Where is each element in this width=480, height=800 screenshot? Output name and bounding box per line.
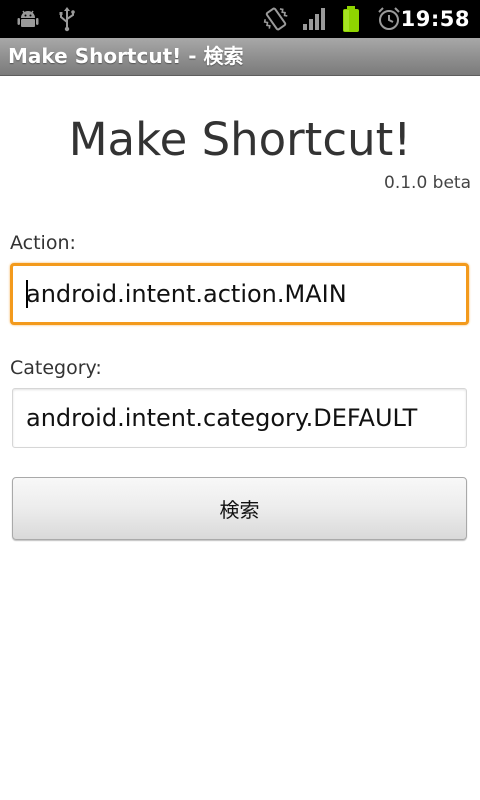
action-input[interactable]: android.intent.action.MAIN — [10, 263, 469, 325]
window-title: Make Shortcut! - 検索 — [8, 44, 244, 68]
search-button[interactable]: 検索 — [12, 477, 467, 540]
app-heading: Make Shortcut! — [68, 113, 412, 166]
status-bar: 19:58 — [0, 0, 480, 38]
vibrate-icon — [260, 0, 292, 38]
usb-icon — [56, 0, 78, 38]
action-input-value: android.intent.action.MAIN — [26, 280, 347, 308]
screen: 19:58 Make Shortcut! - 検索 Make Shortcut!… — [0, 0, 480, 800]
alarm-icon — [375, 0, 403, 38]
title-bar: Make Shortcut! - 検索 — [0, 38, 480, 76]
category-input-value: android.intent.category.DEFAULT — [26, 404, 418, 432]
category-input[interactable]: android.intent.category.DEFAULT — [12, 388, 467, 448]
category-label: Category: — [10, 357, 102, 379]
action-label: Action: — [10, 232, 76, 254]
signal-icon — [300, 0, 330, 38]
version-label: 0.1.0 beta — [384, 173, 471, 193]
status-clock: 19:58 — [400, 7, 470, 31]
android-debug-icon — [14, 0, 42, 38]
battery-icon — [339, 0, 363, 38]
